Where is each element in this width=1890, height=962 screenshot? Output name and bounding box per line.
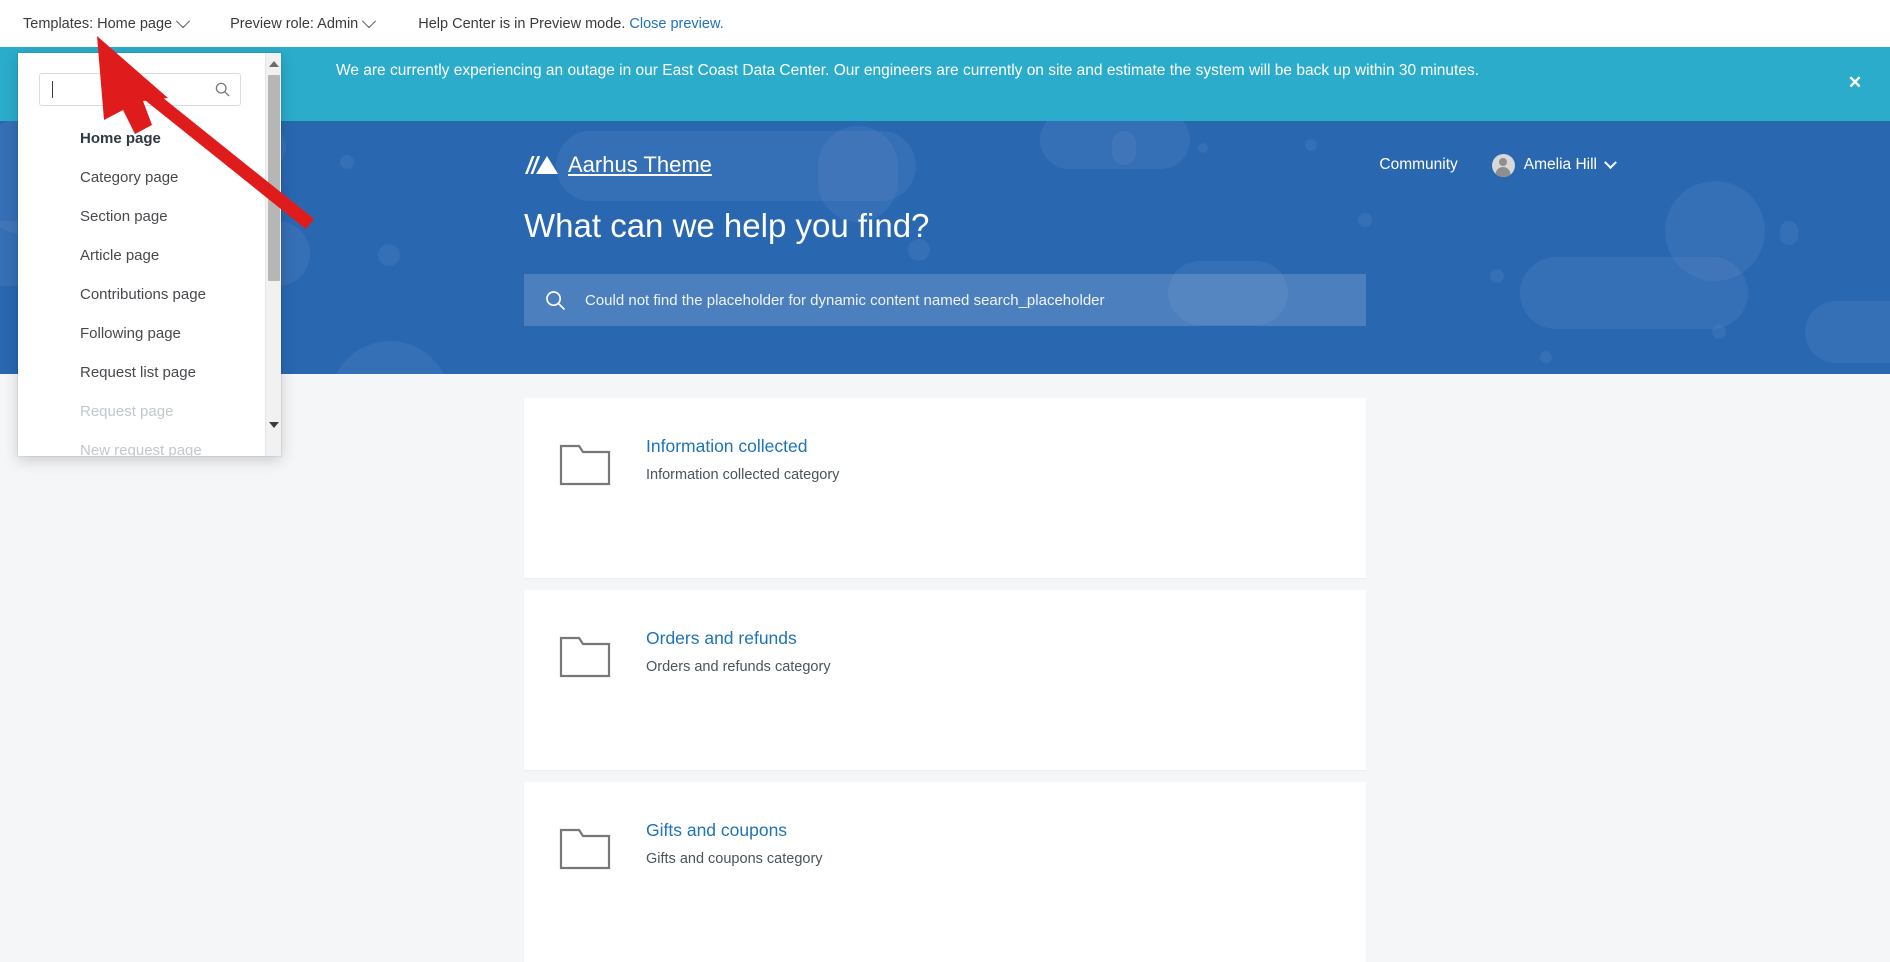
user-menu-trigger[interactable]: Amelia Hill: [1491, 153, 1617, 177]
announcement-banner: We are currently experiencing an outage …: [0, 47, 1890, 121]
template-item-following-page[interactable]: Following page: [18, 314, 265, 353]
template-item-label: Category page: [80, 169, 179, 186]
preview-mode-text: Help Center is in Preview mode.: [418, 15, 626, 32]
templates-dropdown-panel: Home page Category page Section page Art…: [18, 53, 281, 456]
template-item-label: Following page: [80, 325, 181, 342]
template-item-label: Article page: [80, 247, 160, 264]
aarhus-logo-icon: [525, 156, 558, 174]
search-placeholder: Could not find the placeholder for dynam…: [585, 291, 1105, 309]
scroll-up-arrow-icon[interactable]: [269, 61, 279, 67]
hero-navbar: Aarhus Theme Community Amelia Hill: [525, 143, 1617, 187]
category-title[interactable]: Information collected: [646, 436, 807, 457]
search-input[interactable]: Could not find the placeholder for dynam…: [524, 274, 1366, 326]
templates-dropdown-trigger[interactable]: Templates: Home page: [23, 13, 191, 32]
folder-icon: [524, 782, 646, 870]
template-item-contributions-page[interactable]: Contributions page: [18, 275, 265, 314]
category-list: Information collected Information collec…: [0, 374, 1890, 962]
category-card[interactable]: Information collected Information collec…: [524, 398, 1366, 578]
category-description: Gifts and coupons category: [646, 851, 823, 867]
folder-icon: [524, 398, 646, 486]
category-description: Orders and refunds category: [646, 659, 831, 675]
dropdown-scrollbar[interactable]: [265, 53, 281, 456]
admin-preview-bar: Templates: Home page Preview role: Admin…: [0, 0, 1890, 47]
avatar: [1491, 153, 1515, 177]
text-cursor: [52, 81, 53, 98]
hero-section: Aarhus Theme Community Amelia Hill What …: [0, 121, 1890, 374]
close-icon[interactable]: ✕: [1846, 74, 1864, 92]
template-item-label: Home page: [80, 130, 161, 147]
template-item-label: Section page: [80, 208, 168, 225]
preview-mode-notice: Help Center is in Preview mode. Close pr…: [418, 16, 723, 32]
scroll-down-arrow-icon[interactable]: [269, 422, 279, 428]
category-card-body: Orders and refunds Orders and refunds ca…: [646, 590, 831, 675]
hero-nav-right: Community Amelia Hill: [1379, 153, 1617, 177]
template-item-request-list-page[interactable]: Request list page: [18, 353, 265, 392]
brand-name: Aarhus Theme: [568, 152, 712, 177]
template-item-label: Contributions page: [80, 286, 206, 303]
category-card-body: Information collected Information collec…: [646, 398, 839, 483]
category-title[interactable]: Orders and refunds: [646, 628, 797, 649]
category-card[interactable]: Gifts and coupons Gifts and coupons cate…: [524, 782, 1366, 962]
template-item-new-request-page: New request page: [18, 431, 265, 456]
templates-search-input[interactable]: [39, 73, 241, 106]
category-description: Information collected category: [646, 467, 840, 483]
page-title: What can we help you find?: [524, 207, 930, 244]
template-item-label: New request page: [80, 442, 202, 456]
category-card-body: Gifts and coupons Gifts and coupons cate…: [646, 782, 823, 867]
chevron-down-icon: [176, 13, 191, 28]
template-item-label: Request page: [80, 403, 174, 420]
template-item-category-page[interactable]: Category page: [18, 158, 265, 197]
scrollbar-thumb[interactable]: [268, 75, 280, 281]
preview-role-label: Preview role: Admin: [230, 15, 359, 32]
templates-dropdown-label: Templates: Home page: [23, 15, 173, 32]
category-title[interactable]: Gifts and coupons: [646, 820, 787, 841]
chevron-down-icon: [1604, 155, 1617, 169]
templates-list: Home page Category page Section page Art…: [18, 119, 265, 456]
folder-icon: [524, 590, 646, 678]
template-item-article-page[interactable]: Article page: [18, 236, 265, 275]
close-preview-link[interactable]: Close preview.: [629, 16, 723, 32]
community-link[interactable]: Community: [1379, 156, 1457, 174]
announcement-text: We are currently experiencing an outage …: [336, 62, 1479, 79]
template-item-home-page[interactable]: Home page: [18, 119, 265, 158]
brand-home-link[interactable]: Aarhus Theme: [525, 152, 712, 178]
template-item-label: Request list page: [80, 364, 196, 381]
preview-role-dropdown-trigger[interactable]: Preview role: Admin: [230, 13, 377, 32]
search-icon: [546, 290, 565, 310]
search-icon: [215, 82, 230, 97]
category-card[interactable]: Orders and refunds Orders and refunds ca…: [524, 590, 1366, 770]
template-item-request-page: Request page: [18, 392, 265, 431]
template-item-section-page[interactable]: Section page: [18, 197, 265, 236]
chevron-down-icon: [362, 13, 377, 28]
user-name: Amelia Hill: [1523, 156, 1597, 173]
